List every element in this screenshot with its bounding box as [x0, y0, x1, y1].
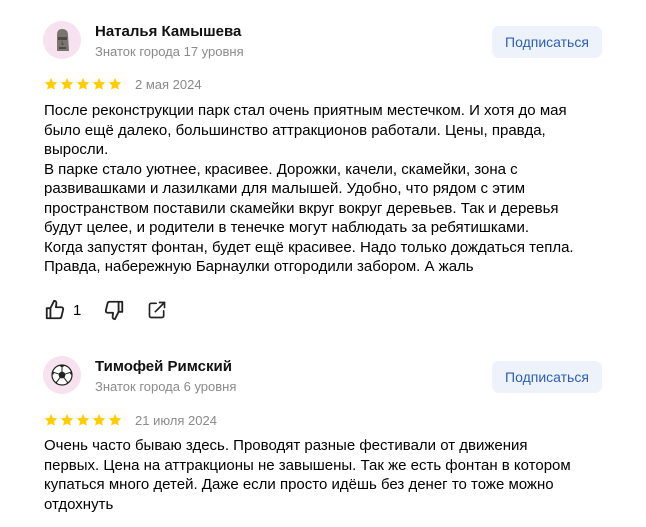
share-icon [149, 301, 166, 319]
star-icon [76, 413, 90, 426]
thumbs-up-icon [45, 299, 65, 320]
star-icon [76, 77, 90, 90]
review-text-line: выросли. [44, 141, 109, 158]
star-icon [108, 77, 122, 90]
review-text-line: Правда, набережную Барнаулки отгородили … [44, 258, 474, 275]
review-text-line: было ещё далеко, большинство аттракционо… [44, 121, 546, 139]
author-name[interactable]: Тимофей Римский [95, 358, 232, 375]
review-text: Очень часто бываю здесь. Проводят разные… [44, 436, 614, 514]
avatar[interactable] [43, 356, 81, 394]
star-icon [44, 77, 58, 90]
review-text-line: В парке стало уютнее, красивее. Дорожки,… [44, 160, 518, 178]
star-icon [44, 413, 58, 426]
like-count: 1 [73, 301, 82, 319]
review-text-line: первых. Цена на аттракционы не завышены.… [44, 456, 571, 474]
subscribe-button[interactable]: Подписаться [492, 361, 602, 393]
review-actions: 1 [44, 299, 167, 321]
rating-stars [44, 413, 122, 427]
dislike-button[interactable] [103, 299, 125, 321]
author-name[interactable]: Наталья Камышева [95, 23, 241, 40]
review-text-line: развивашками и лазилками для малышей. Уд… [44, 180, 526, 197]
review-date: 21 июля 2024 [135, 413, 217, 428]
share-button[interactable] [147, 300, 167, 320]
review-text-line: будут целее, и родители в тенечке могут … [44, 219, 529, 236]
review-text-line: Когда запустят фонтан, будет ещё красиве… [44, 238, 574, 256]
author-level: Знаток города 6 уровня [95, 379, 237, 394]
star-icon [60, 77, 74, 90]
thumbs-down-icon [105, 300, 124, 321]
review-text: После реконструкции парк стал очень прия… [44, 101, 614, 277]
subscribe-button[interactable]: Подписаться [492, 26, 602, 58]
review-text-line: После реконструкции парк стал очень прия… [44, 102, 567, 119]
star-icon [108, 413, 122, 426]
avatar[interactable] [43, 21, 81, 59]
star-icon [92, 413, 106, 426]
soccer-ball-avatar-icon [43, 356, 81, 394]
rating-stars [44, 77, 122, 91]
review-text-line: Очень часто бываю здесь. Проводят разные… [44, 437, 528, 454]
like-button[interactable]: 1 [44, 299, 103, 321]
review-date: 2 мая 2024 [135, 77, 202, 92]
author-level: Знаток города 17 уровня [95, 44, 244, 59]
review-text-line: пространством поставили скамейки вкруг в… [44, 199, 559, 217]
review-text-line: купаться много детей. Даже если просто и… [44, 476, 554, 493]
moai-avatar-icon [43, 21, 81, 59]
star-icon [60, 413, 74, 426]
star-icon [92, 77, 106, 90]
review-text-line: отдохнуть [44, 495, 114, 513]
